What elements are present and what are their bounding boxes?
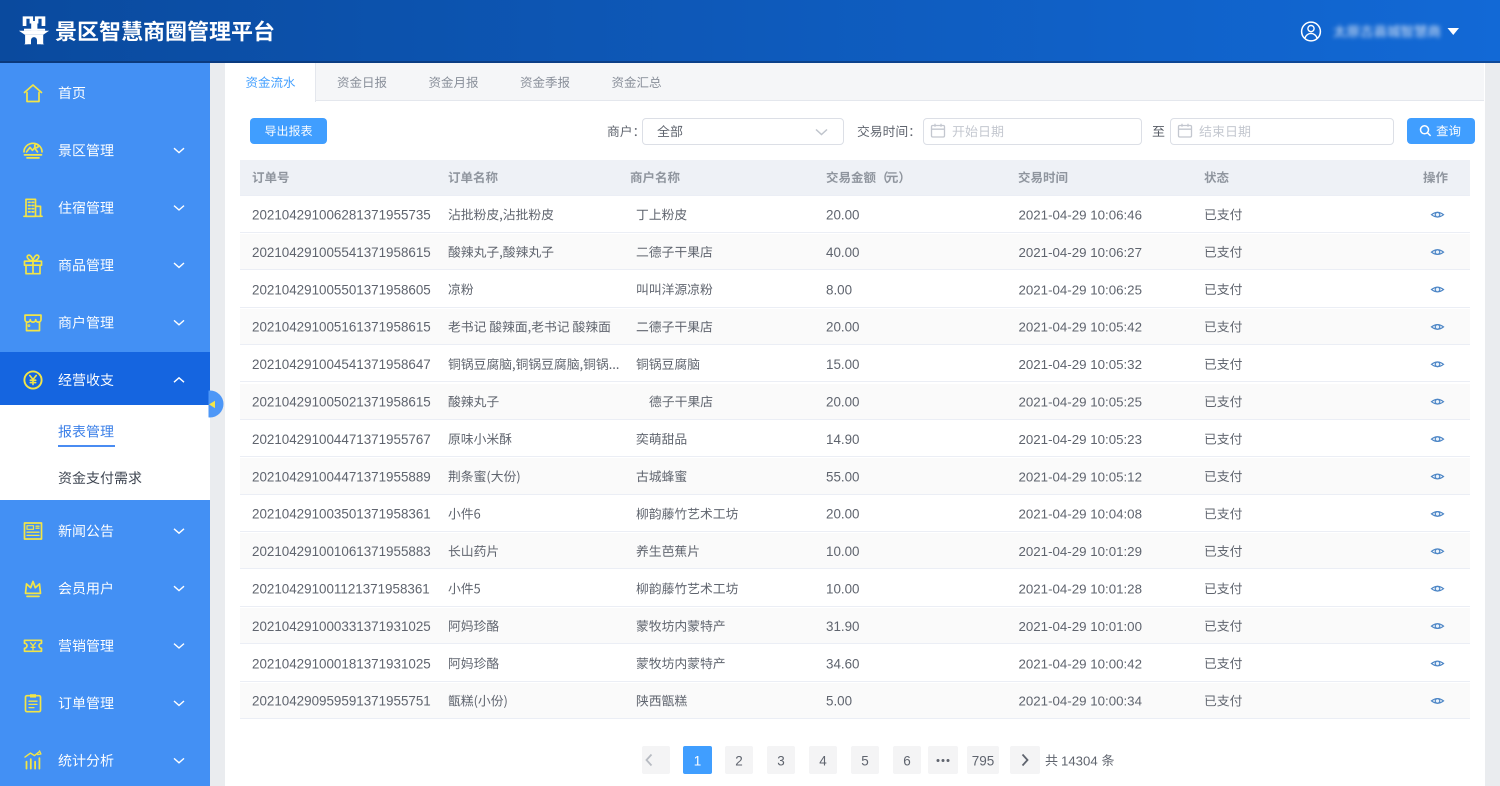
svg-text:4: 4	[819, 753, 827, 768]
svg-text:2021-04-29 10:04:08: 2021-04-29 10:04:08	[1019, 507, 1142, 522]
svg-text:202104291004541371958647: 202104291004541371958647	[252, 357, 431, 372]
svg-text:10.00: 10.00	[826, 544, 860, 559]
svg-text:34.60: 34.60	[826, 656, 860, 671]
svg-text:20.00: 20.00	[826, 507, 860, 522]
svg-text:2021-04-29 10:05:23: 2021-04-29 10:05:23	[1019, 432, 1142, 447]
svg-text:20.00: 20.00	[826, 320, 860, 335]
svg-text:2021-04-29 10:05:25: 2021-04-29 10:05:25	[1019, 394, 1142, 409]
svg-text:2021-04-29 10:06:46: 2021-04-29 10:06:46	[1019, 207, 1142, 222]
svg-text:55.00: 55.00	[826, 469, 860, 484]
svg-text:202104291004471371955889: 202104291004471371955889	[252, 469, 431, 484]
svg-text:2021-04-29 10:05:42: 2021-04-29 10:05:42	[1019, 320, 1142, 335]
svg-text:20.00: 20.00	[826, 208, 860, 223]
svg-text:2: 2	[735, 753, 743, 768]
svg-text:202104291005541371958615: 202104291005541371958615	[252, 245, 431, 260]
svg-text:15.00: 15.00	[826, 357, 860, 372]
svg-text:14.90: 14.90	[826, 432, 860, 447]
svg-text:202104290959591371955751: 202104290959591371955751	[252, 694, 431, 709]
svg-text:40.00: 40.00	[826, 245, 860, 260]
svg-text:31.90: 31.90	[826, 619, 860, 634]
svg-text:5.00: 5.00	[826, 694, 852, 709]
svg-text:2021-04-29 10:01:28: 2021-04-29 10:01:28	[1019, 581, 1142, 596]
svg-text:2021-04-29 10:01:29: 2021-04-29 10:01:29	[1019, 544, 1142, 559]
svg-text:3: 3	[777, 753, 785, 768]
svg-text:202104291005501371958605: 202104291005501371958605	[252, 282, 431, 297]
svg-text:795: 795	[972, 753, 995, 768]
svg-text:20.00: 20.00	[826, 395, 860, 410]
svg-text:10.00: 10.00	[826, 582, 860, 597]
svg-text:6: 6	[903, 753, 911, 768]
svg-text:202104291005161371958615: 202104291005161371958615	[252, 320, 431, 335]
svg-text:202104291006281371955735: 202104291006281371955735	[252, 208, 431, 223]
svg-text:202104291005021371958615: 202104291005021371958615	[252, 395, 431, 410]
svg-text:2021-04-29 10:05:32: 2021-04-29 10:05:32	[1019, 357, 1142, 372]
svg-text:2021-04-29 10:06:27: 2021-04-29 10:06:27	[1019, 245, 1142, 260]
svg-text:202104291001121371958361: 202104291001121371958361	[252, 582, 430, 597]
svg-text:202104291000331371931025: 202104291000331371931025	[252, 619, 431, 634]
svg-text:2021-04-29 10:00:34: 2021-04-29 10:00:34	[1019, 694, 1142, 709]
svg-text:2021-04-29 10:00:42: 2021-04-29 10:00:42	[1019, 656, 1142, 671]
svg-text:14304: 14304	[1061, 753, 1098, 768]
svg-text:202104291003501371958361: 202104291003501371958361	[252, 507, 431, 522]
svg-text:1: 1	[694, 753, 702, 768]
svg-text:202104291000181371931025: 202104291000181371931025	[252, 656, 431, 671]
svg-text:2021-04-29 10:06:25: 2021-04-29 10:06:25	[1019, 282, 1142, 297]
svg-text:5: 5	[861, 753, 869, 768]
svg-text:8.00: 8.00	[826, 282, 852, 297]
svg-text:2021-04-29 10:01:00: 2021-04-29 10:01:00	[1019, 619, 1142, 634]
svg-text:202104291004471371955767: 202104291004471371955767	[252, 432, 431, 447]
svg-text:2021-04-29 10:05:12: 2021-04-29 10:05:12	[1019, 469, 1142, 484]
svg-text:202104291001061371955883: 202104291001061371955883	[252, 544, 431, 559]
